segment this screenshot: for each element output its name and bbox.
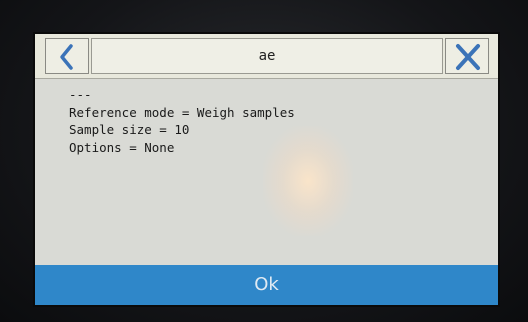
info-text: --- Reference mode = Weigh samples Sampl… bbox=[69, 86, 489, 156]
info-line-separator: --- bbox=[69, 87, 92, 102]
back-button[interactable] bbox=[45, 38, 89, 74]
info-line-reference-mode: Reference mode = Weigh samples bbox=[69, 104, 295, 120]
info-line-options: Options = None bbox=[69, 139, 175, 155]
touch-screen: ae --- Reference mode = Weigh samples Sa… bbox=[35, 34, 498, 305]
ok-button[interactable]: Ok bbox=[35, 265, 498, 305]
page-title: ae bbox=[91, 38, 443, 74]
title-bar: ae bbox=[35, 34, 498, 79]
info-line-sample-size: Sample size = 10 bbox=[69, 122, 190, 137]
close-button[interactable] bbox=[445, 38, 489, 74]
